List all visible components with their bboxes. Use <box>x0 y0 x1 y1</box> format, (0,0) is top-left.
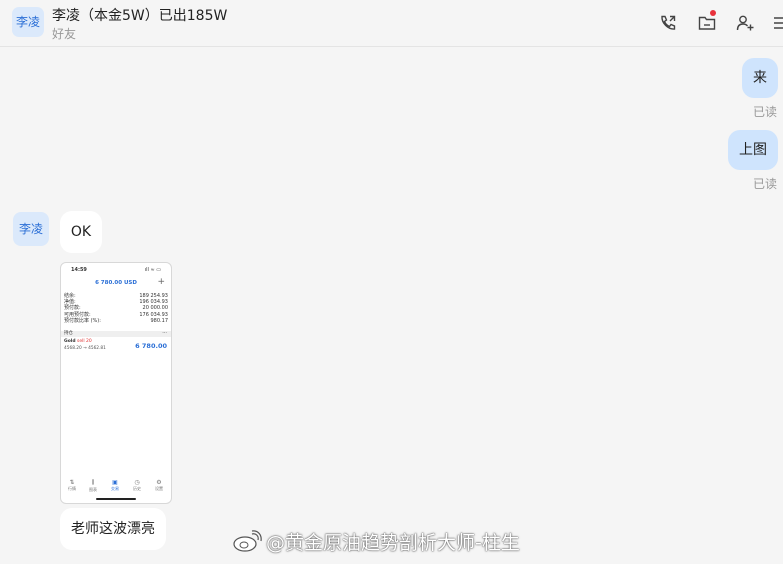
phone-call-icon[interactable] <box>658 13 678 33</box>
weibo-watermark: @黄金原油趋势剖析大师-柱生 <box>232 528 520 557</box>
add-user-icon[interactable] <box>735 13 755 33</box>
phone-account-rows: 结余: 189 254.93 净值: 196 034.93 预付款: 20 000.0… <box>64 293 168 324</box>
phone-balance-title: 6 780.00 USD <box>95 280 137 286</box>
phone-tab: ⫼ 图表 <box>89 479 97 492</box>
more-icon: ··· <box>162 330 167 336</box>
weibo-logo-icon <box>232 530 262 557</box>
contact-name: 李凌（本金5W）已出185W <box>52 8 228 24</box>
menu-icon[interactable] <box>772 13 783 33</box>
read-status: 已读 <box>753 177 778 191</box>
phone-tab: ◷ 历史 <box>133 479 141 491</box>
phone-home-indicator <box>96 498 136 500</box>
notification-dot <box>710 10 716 16</box>
phone-tab-bar: ⇅ 行情 ⫼ 图表 ▣ 交易 ◷ 历史 ⚙ 设置 <box>61 479 171 495</box>
position-profit: 6 780.00 <box>135 342 167 350</box>
phone-tab: ⚙ 设置 <box>155 479 163 491</box>
message-bubble-incoming[interactable]: OK <box>60 211 102 253</box>
message-bubble-outgoing[interactable]: 上图 <box>728 130 778 170</box>
account-row: 预付款比率 (%): 980.17 <box>64 317 168 324</box>
position-prices: 4568.20 → 4562.81 <box>64 346 106 351</box>
phone-time: 14:59 <box>71 267 87 273</box>
contact-relation: 好友 <box>52 27 77 41</box>
position-symbol: Gold sell 20 <box>64 339 92 344</box>
shared-screenshot-image[interactable]: 14:59 ıll ≈ ▭ 6 780.00 USD + 结余: 189 254.… <box>60 262 172 504</box>
plus-icon: + <box>157 277 165 287</box>
contact-avatar[interactable]: 李凌 <box>12 7 44 37</box>
chat-header: 李凌 李凌（本金5W）已出185W 好友 <box>0 0 783 47</box>
folder-icon[interactable] <box>697 10 717 33</box>
sender-avatar[interactable]: 李凌 <box>13 212 49 246</box>
message-bubble-outgoing[interactable]: 来 <box>742 58 778 98</box>
phone-signal-icon: ıll ≈ ▭ <box>144 267 161 273</box>
message-bubble-incoming[interactable]: 老师这波漂亮 <box>60 508 166 550</box>
phone-tab: ▣ 交易 <box>111 479 119 491</box>
phone-tab: ⇅ 行情 <box>68 479 76 491</box>
positions-header: 持仓 ··· <box>61 330 171 337</box>
read-status: 已读 <box>753 105 778 119</box>
